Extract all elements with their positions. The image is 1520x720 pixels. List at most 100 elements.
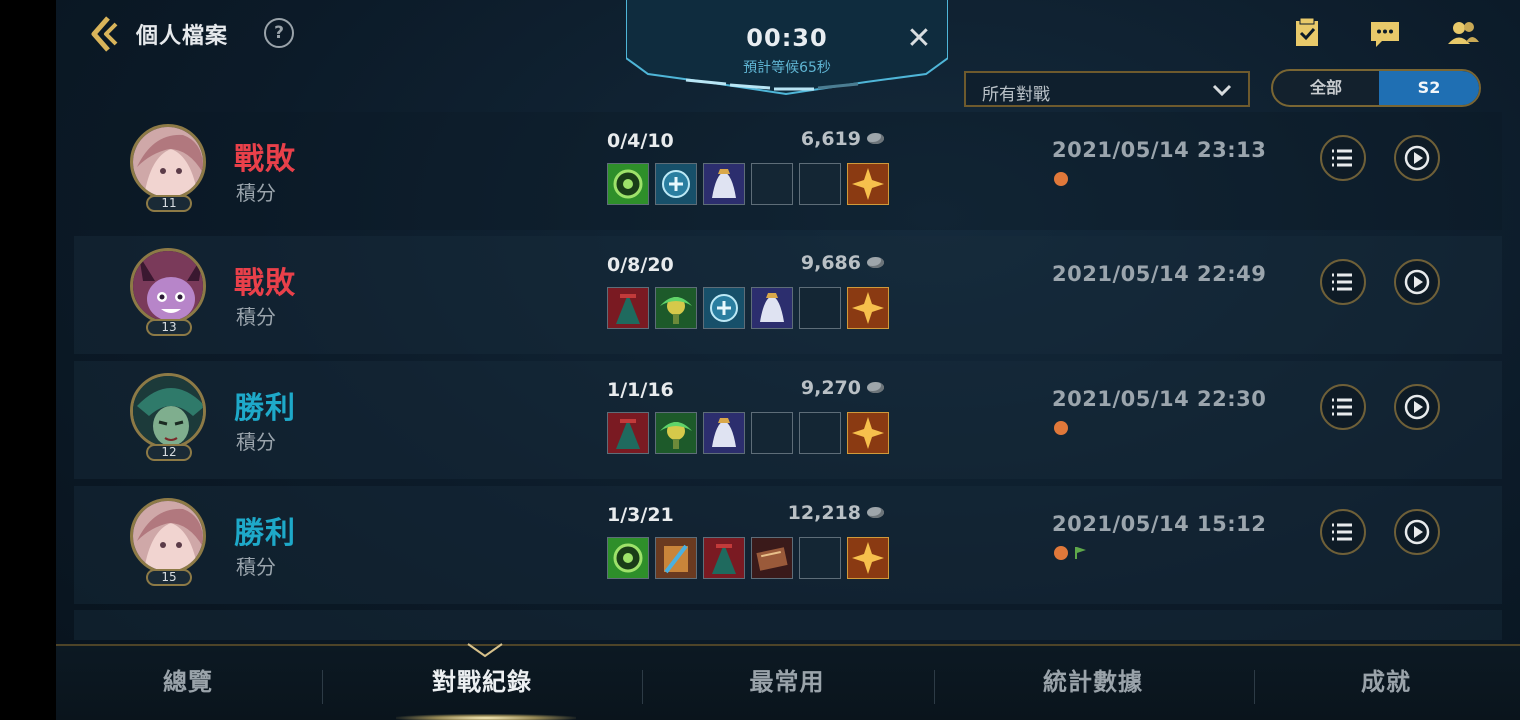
match-replay-button[interactable]: [1394, 509, 1440, 555]
match-result: 戰敗: [234, 142, 296, 177]
queue-timer-panel: 00:30 預計等候65秒 ✕: [626, 0, 948, 96]
empty-item-slot: [799, 537, 841, 579]
match-replay-button[interactable]: [1394, 384, 1440, 430]
profile-screen: 個人檔案 ? 00:30 預計等候65秒 ✕ 所有對戰 全部 S2 11 戰敗 …: [56, 0, 1520, 720]
match-details-button[interactable]: [1320, 509, 1366, 555]
gold-coin-icon: [867, 133, 884, 144]
match-row[interactable]: 13 戰敗 積分 0/8/20 9,686 2021/05/14 22:49: [74, 236, 1502, 354]
item-icon: [703, 287, 745, 329]
champion-avatar: [130, 498, 206, 574]
tab-most-used[interactable]: 最常用: [732, 662, 842, 702]
queue-estimate: 預計等候65秒: [743, 60, 831, 76]
trinket-icon: [847, 412, 889, 454]
tab-divider: [322, 670, 323, 704]
empty-item-slot: [799, 412, 841, 454]
help-button[interactable]: ?: [264, 18, 294, 48]
gold-value: 6,619: [800, 128, 861, 150]
match-kda: 1/3/21: [607, 504, 674, 526]
item-icon: [655, 412, 697, 454]
gold-coin-icon: [867, 382, 884, 393]
gold-coin-icon: [867, 257, 884, 268]
season-option-all[interactable]: 全部: [1273, 71, 1379, 105]
item-icon: [607, 287, 649, 329]
match-kda: 1/1/16: [607, 379, 674, 401]
checklist-icon: [1296, 17, 1318, 46]
item-icon: [703, 537, 745, 579]
champion-avatar: [130, 373, 206, 449]
friends-icon: [1448, 22, 1479, 44]
duo-badge-icon: [1054, 172, 1068, 186]
tab-divider: [642, 670, 643, 704]
item-icon: [607, 537, 649, 579]
match-date: 2021/05/14 22:30: [1052, 387, 1267, 411]
gold-coin-icon: [867, 507, 884, 518]
tab-achievements[interactable]: 成就: [1350, 662, 1422, 702]
champion-avatar: [130, 248, 206, 324]
item-icon: [751, 537, 793, 579]
queue-timer: 00:30: [746, 24, 828, 52]
match-mode: 積分: [236, 305, 276, 329]
list-icon: [1332, 523, 1352, 541]
match-gold: 9,270: [764, 377, 884, 399]
item-icon: [751, 287, 793, 329]
friends-button[interactable]: [1446, 16, 1480, 50]
match-details-button[interactable]: [1320, 259, 1366, 305]
champion-avatar: [130, 124, 206, 200]
match-mode: 積分: [236, 430, 276, 454]
match-type-dropdown[interactable]: 所有對戰: [964, 71, 1250, 107]
item-icon: [703, 163, 745, 205]
duo-badge-icon: [1054, 421, 1068, 435]
match-details-button[interactable]: [1320, 135, 1366, 181]
item-icon: [703, 412, 745, 454]
active-tab-glow: [396, 714, 576, 720]
match-kda: 0/8/20: [607, 254, 674, 276]
flag-icon: [1075, 547, 1086, 559]
match-type-selected: 所有對戰: [982, 85, 1050, 105]
match-row[interactable]: 15 勝利 積分 1/3/21 12,218 2021/05/14 15:12: [74, 486, 1502, 604]
empty-item-slot: [799, 287, 841, 329]
match-gold: 6,619: [764, 128, 884, 150]
match-result: 戰敗: [234, 266, 296, 301]
match-row[interactable]: 11 戰敗 積分 0/4/10 6,619 2021/05/14 23:13: [74, 112, 1502, 230]
match-row-partial: [74, 610, 1502, 640]
tasks-button[interactable]: [1290, 16, 1324, 50]
gold-value: 9,686: [800, 252, 861, 274]
trinket-icon: [847, 537, 889, 579]
match-details-button[interactable]: [1320, 384, 1366, 430]
cancel-queue-button[interactable]: ✕: [904, 24, 934, 54]
match-date: 2021/05/14 22:49: [1052, 262, 1267, 286]
match-replay-button[interactable]: [1394, 259, 1440, 305]
back-button[interactable]: [86, 14, 126, 54]
list-icon: [1332, 149, 1352, 167]
back-arrow-icon: [91, 16, 118, 52]
list-icon: [1332, 398, 1352, 416]
item-icon: [655, 163, 697, 205]
item-icon: [655, 537, 697, 579]
match-gold: 9,686: [764, 252, 884, 274]
gold-value: 9,270: [800, 377, 861, 399]
tab-divider: [934, 670, 935, 704]
champion-level: 15: [146, 569, 192, 586]
page-title: 個人檔案: [136, 24, 229, 49]
replay-icon: [1404, 519, 1430, 545]
champion-level: 12: [146, 444, 192, 461]
match-row[interactable]: 12 勝利 積分 1/1/16 9,270 2021/05/14 22:30: [74, 361, 1502, 479]
gold-value: 12,218: [787, 502, 861, 524]
active-tab-indicator-icon: [467, 643, 503, 658]
match-mode: 積分: [236, 555, 276, 579]
trinket-icon: [847, 287, 889, 329]
match-mode: 積分: [236, 181, 276, 205]
season-option-s2[interactable]: S2: [1379, 71, 1479, 105]
match-replay-button[interactable]: [1394, 135, 1440, 181]
match-date: 2021/05/14 15:12: [1052, 512, 1267, 536]
tab-match-history[interactable]: 對戰紀錄: [412, 662, 552, 702]
match-kda: 0/4/10: [607, 130, 674, 152]
replay-icon: [1404, 145, 1430, 171]
tab-statistics[interactable]: 統計數據: [1018, 662, 1168, 702]
chat-button[interactable]: [1368, 16, 1402, 50]
replay-icon: [1404, 269, 1430, 295]
item-icon: [607, 163, 649, 205]
empty-item-slot: [799, 163, 841, 205]
tab-overview[interactable]: 總覽: [136, 662, 240, 702]
champion-level: 13: [146, 319, 192, 336]
